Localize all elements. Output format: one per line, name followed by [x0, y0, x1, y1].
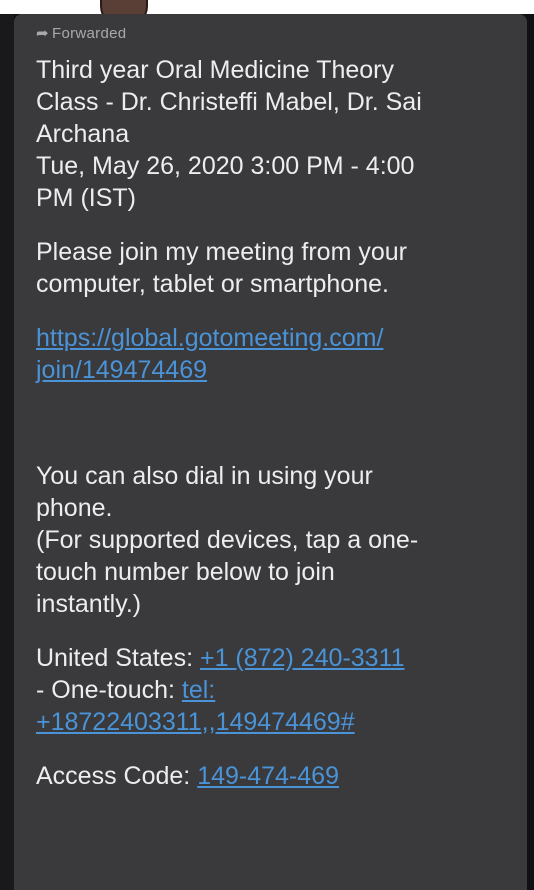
- chat-screen: ➦ Forwarded Third year Oral Medicine Theo…: [0, 0, 534, 890]
- dial-in-instructions: You can also dial in using your phone. (…: [36, 460, 511, 620]
- forwarded-text: Forwarded: [52, 28, 127, 42]
- onetouch-line: - One-touch: tel:: [36, 674, 511, 706]
- message-bubble[interactable]: ➦ Forwarded Third year Oral Medicine Theo…: [14, 14, 527, 890]
- onetouch-link[interactable]: tel:: [182, 676, 215, 704]
- date-line: PM (IST): [36, 184, 136, 212]
- dial-line: You can also dial in using your: [36, 462, 373, 490]
- dial-line: (For supported devices, tap a one-: [36, 526, 419, 554]
- title-line: Third year Oral Medicine Theory: [36, 56, 395, 84]
- access-code: Access Code: 149-474-469: [36, 760, 511, 792]
- forwarded-label: ➦ Forwarded: [36, 28, 126, 42]
- dial-line: instantly.): [36, 590, 142, 618]
- dial-line: touch number below to join: [36, 558, 335, 586]
- us-number-line: United States: +1 (872) 240-3311: [36, 642, 511, 674]
- access-code-line: Access Code: 149-474-469: [36, 760, 511, 792]
- meeting-link-line[interactable]: join/149474469: [36, 354, 511, 386]
- us-phone-link[interactable]: +1 (872) 240-3311: [200, 644, 405, 672]
- us-label: United States:: [36, 644, 200, 672]
- access-label: Access Code:: [36, 762, 198, 790]
- meeting-link[interactable]: https://global.gotomeeting.com/ join/149…: [36, 322, 511, 386]
- date-line: Tue, May 26, 2020 3:00 PM - 4:00: [36, 152, 415, 180]
- message-text: Third year Oral Medicine Theory Class - …: [36, 54, 511, 814]
- join-line: computer, tablet or smartphone.: [36, 270, 389, 298]
- onetouch-label: - One-touch:: [36, 676, 182, 704]
- chat-background: [0, 14, 14, 890]
- forward-icon: ➦: [36, 28, 49, 42]
- dial-line: phone.: [36, 494, 113, 522]
- join-line: Please join my meeting from your: [36, 238, 407, 266]
- top-strip: [0, 0, 534, 14]
- access-code-link[interactable]: 149-474-469: [197, 762, 339, 790]
- phone-numbers: United States: +1 (872) 240-3311 - One-t…: [36, 642, 511, 738]
- meeting-title: Third year Oral Medicine Theory Class - …: [36, 54, 511, 214]
- join-instructions: Please join my meeting from your compute…: [36, 236, 511, 300]
- title-line: Class - Dr. Christeffi Mabel, Dr. Sai: [36, 88, 422, 116]
- onetouch-link[interactable]: +18722403311,,149474469#: [36, 706, 511, 738]
- title-line: Archana: [36, 120, 130, 148]
- meeting-link-line[interactable]: https://global.gotomeeting.com/: [36, 322, 511, 354]
